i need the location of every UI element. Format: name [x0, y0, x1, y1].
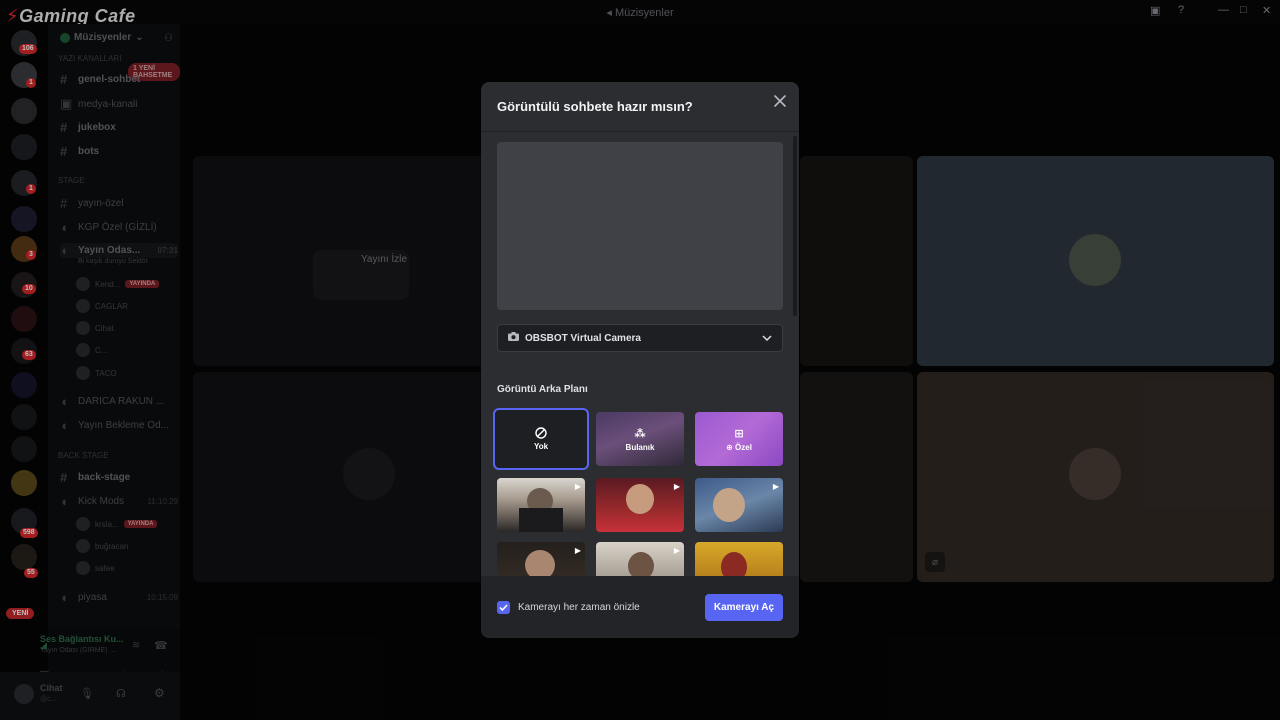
thumbnail-figure: [721, 552, 747, 576]
thumbnail-figure: [525, 550, 555, 576]
play-icon: ▶: [574, 482, 581, 491]
checkmark-icon: [499, 604, 508, 611]
always-preview-label[interactable]: Kamerayı her zaman önizle: [518, 602, 640, 613]
background-thumbnail[interactable]: ▶: [596, 542, 684, 576]
thumbnail-figure: [713, 488, 745, 522]
background-custom-option[interactable]: ⊞ ⊕ Özel: [695, 412, 783, 466]
camera-device-select[interactable]: OBSBOT Virtual Camera: [497, 324, 783, 352]
background-thumbnail[interactable]: ▶: [695, 478, 783, 532]
camera-device-name: OBSBOT Virtual Camera: [525, 332, 641, 344]
background-custom-label: ⊕ Özel: [726, 442, 752, 452]
none-icon: [535, 427, 547, 439]
background-thumbnail[interactable]: ▶: [596, 478, 684, 532]
modal-title: Görüntülü sohbete hazır mısın?: [497, 99, 693, 114]
play-icon: ▶: [673, 482, 680, 491]
chevron-down-icon: [762, 333, 772, 344]
camera-preview-modal: Görüntülü sohbete hazır mısın? OBSBOT Vi…: [481, 82, 799, 638]
camera-preview: [497, 142, 783, 310]
background-none-option[interactable]: Yok: [493, 408, 589, 470]
play-icon: ▶: [673, 546, 680, 555]
thumbnail-figure: [519, 508, 563, 532]
close-icon[interactable]: [773, 94, 787, 108]
always-preview-checkbox[interactable]: [497, 601, 510, 614]
blur-icon: ⁂: [634, 427, 646, 440]
camera-icon: [508, 332, 519, 344]
add-image-icon: ⊞: [734, 427, 744, 440]
background-thumbnail[interactable]: [695, 542, 783, 576]
play-icon: ▶: [574, 546, 581, 555]
background-none-label: Yok: [533, 442, 549, 451]
turn-on-camera-button[interactable]: Kamerayı Aç: [705, 594, 783, 621]
thumbnail-figure: [628, 552, 654, 576]
background-blur-label: Bulanık: [625, 442, 655, 452]
modal-body: OBSBOT Virtual Camera Görüntü Arka Planı…: [481, 132, 799, 576]
play-icon: ▶: [772, 482, 779, 491]
background-section-label: Görüntü Arka Planı: [497, 384, 588, 395]
modal-footer: Kamerayı her zaman önizle Kamerayı Aç: [481, 576, 799, 638]
background-thumbnail[interactable]: ▶: [497, 542, 585, 576]
background-blur-option[interactable]: ⁂ Bulanık: [596, 412, 684, 466]
modal-scrollbar[interactable]: [793, 136, 797, 316]
background-thumbnail[interactable]: ▶: [497, 478, 585, 532]
thumbnail-figure: [626, 484, 654, 514]
